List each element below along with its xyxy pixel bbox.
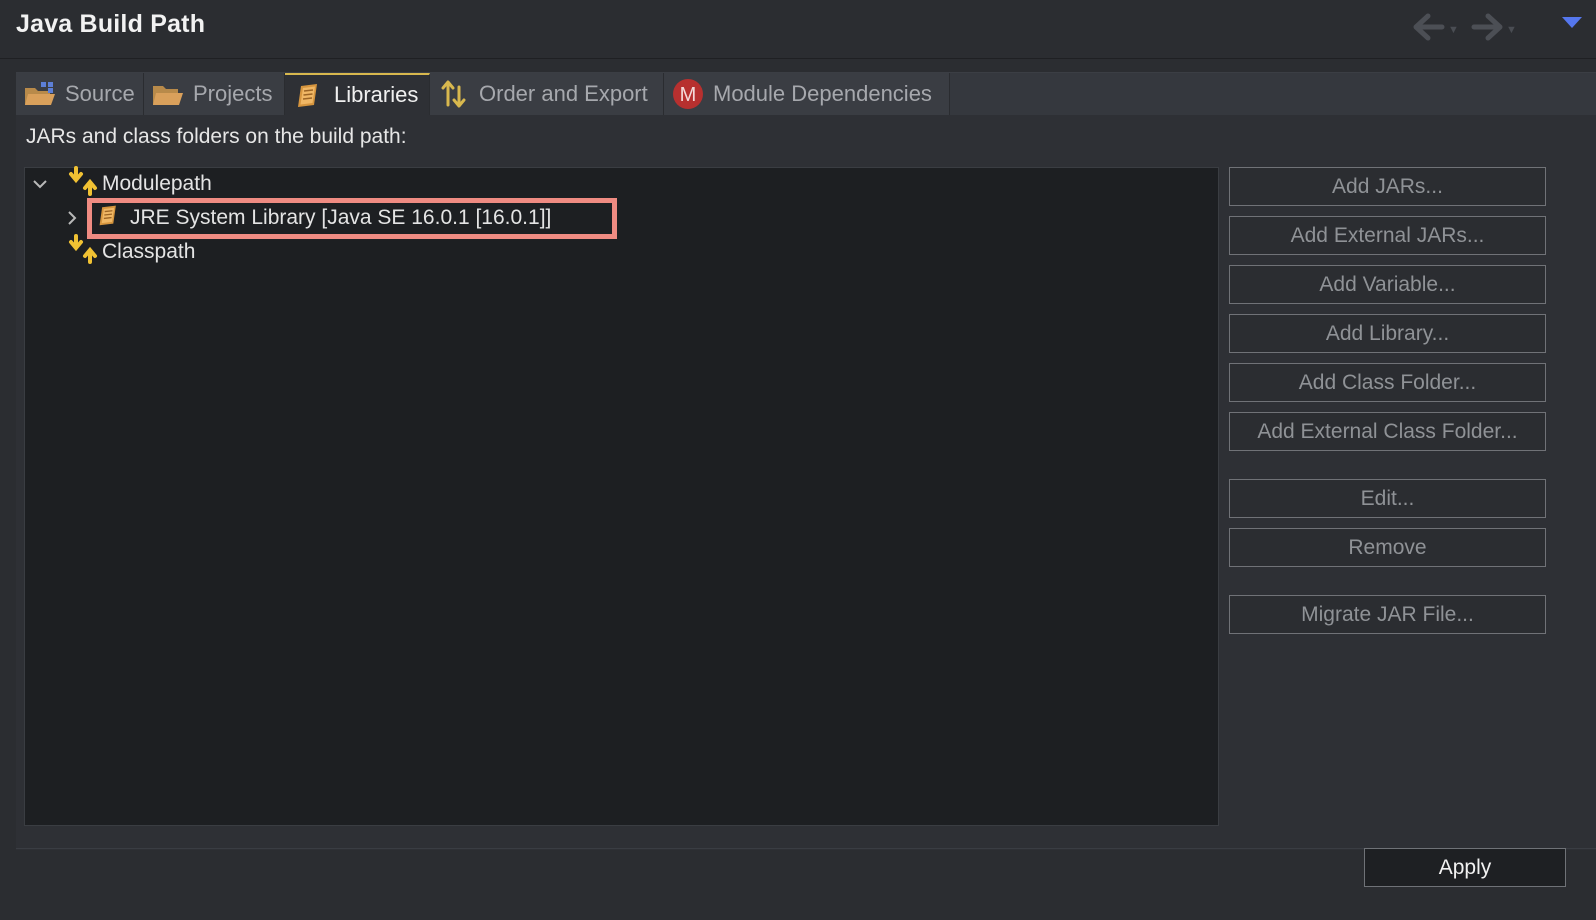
page-title: Java Build Path bbox=[16, 10, 206, 38]
footer-divider bbox=[16, 848, 1596, 849]
tree-item-modulepath[interactable]: Modulepath bbox=[31, 166, 212, 202]
remove-button[interactable]: Remove bbox=[1229, 528, 1546, 567]
migrate-jar-button[interactable]: Migrate JAR File... bbox=[1229, 595, 1546, 634]
build-path-dialog: Source Projects Libraries Order and Expo… bbox=[16, 72, 1596, 850]
forward-dropdown-icon[interactable]: ▼ bbox=[1506, 24, 1517, 36]
back-arrow-icon[interactable] bbox=[1412, 12, 1446, 42]
tab-libraries-label: Libraries bbox=[334, 82, 419, 107]
forward-arrow-icon[interactable] bbox=[1470, 12, 1504, 42]
source-folder-icon bbox=[24, 79, 56, 109]
add-class-folder-button[interactable]: Add Class Folder... bbox=[1229, 363, 1546, 402]
svg-text:M: M bbox=[680, 84, 697, 106]
libraries-panel: JARs and class folders on the build path… bbox=[16, 115, 1596, 850]
edit-button[interactable]: Edit... bbox=[1229, 479, 1546, 518]
tree-item-classpath[interactable]: Classpath bbox=[67, 234, 196, 270]
chevron-right-icon[interactable] bbox=[63, 209, 81, 227]
chevron-down-icon[interactable] bbox=[31, 175, 49, 193]
tree-item-modulepath-label: Modulepath bbox=[102, 172, 212, 195]
tree-item-classpath-label: Classpath bbox=[102, 240, 196, 263]
tab-module-dependencies[interactable]: M Module Dependencies bbox=[664, 73, 950, 115]
back-nav[interactable]: ▼ bbox=[1412, 12, 1459, 42]
library-icon bbox=[293, 80, 325, 110]
add-library-button[interactable]: Add Library... bbox=[1229, 314, 1546, 353]
classpath-icon bbox=[67, 234, 99, 270]
annotation-highlight-box bbox=[87, 198, 617, 239]
add-external-jars-button[interactable]: Add External JARs... bbox=[1229, 216, 1546, 255]
tab-projects-label: Projects bbox=[193, 81, 273, 106]
add-variable-button[interactable]: Add Variable... bbox=[1229, 265, 1546, 304]
tab-libraries[interactable]: Libraries bbox=[285, 73, 430, 115]
modulepath-icon bbox=[67, 166, 99, 202]
tab-strip: Source Projects Libraries Order and Expo… bbox=[16, 73, 1596, 115]
apply-button[interactable]: Apply bbox=[1364, 848, 1566, 887]
add-jars-button[interactable]: Add JARs... bbox=[1229, 167, 1546, 206]
tab-source[interactable]: Source bbox=[16, 73, 144, 115]
back-dropdown-icon[interactable]: ▼ bbox=[1448, 24, 1459, 36]
title-bar: Java Build Path ▼ ▼ bbox=[0, 0, 1596, 59]
tab-projects[interactable]: Projects bbox=[144, 73, 285, 115]
module-m-icon: M bbox=[672, 79, 704, 109]
projects-folder-icon bbox=[152, 79, 184, 109]
order-export-icon bbox=[438, 79, 470, 109]
tab-source-label: Source bbox=[65, 81, 135, 106]
build-path-tree[interactable]: Modulepath JRE System Library [Java SE 1… bbox=[24, 166, 1219, 826]
forward-nav[interactable]: ▼ bbox=[1470, 12, 1517, 42]
view-menu-icon[interactable] bbox=[1562, 17, 1582, 28]
add-external-class-folder-button[interactable]: Add External Class Folder... bbox=[1229, 412, 1546, 451]
panel-heading: JARs and class folders on the build path… bbox=[26, 125, 407, 148]
tab-module-dependencies-label: Module Dependencies bbox=[713, 81, 932, 106]
tab-order-and-export-label: Order and Export bbox=[479, 81, 648, 106]
tab-order-and-export[interactable]: Order and Export bbox=[430, 73, 664, 115]
